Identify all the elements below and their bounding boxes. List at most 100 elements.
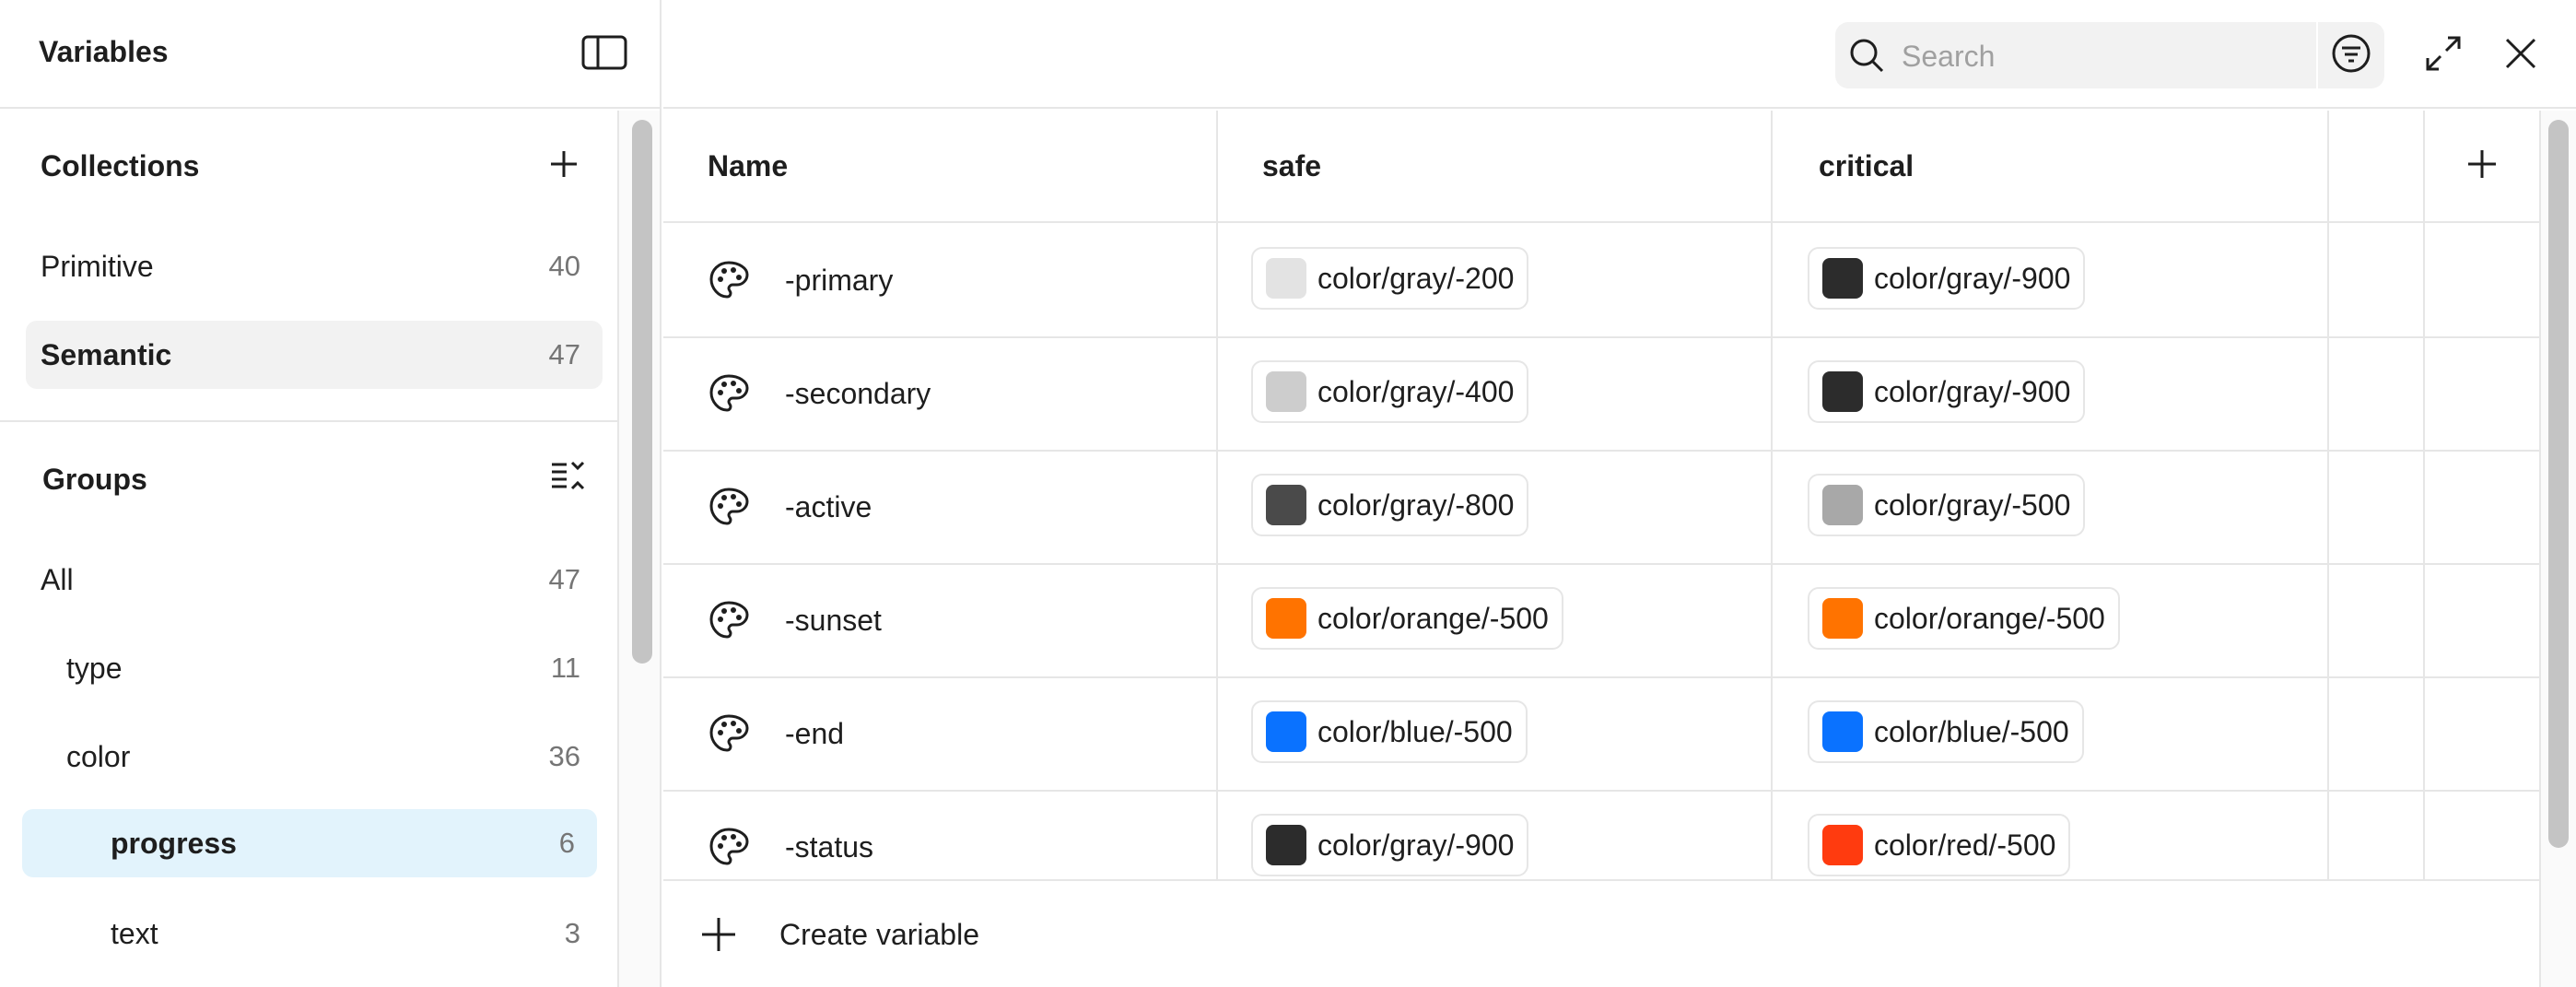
table-scrollbar[interactable] — [2539, 111, 2576, 987]
row-divider — [663, 336, 2539, 338]
color-swatch — [1266, 258, 1306, 299]
color-swatch — [1822, 485, 1863, 525]
group-item-type[interactable]: type 11 — [26, 634, 603, 702]
color-variable-icon — [708, 259, 750, 306]
group-count: 3 — [564, 917, 580, 949]
add-collection-button[interactable] — [542, 144, 586, 188]
group-item-text[interactable]: text 3 — [26, 899, 603, 968]
color-swatch — [1822, 598, 1863, 639]
table-row[interactable] — [663, 565, 2539, 678]
alias-label: color/blue/-500 — [1317, 714, 1513, 748]
variables-sidebar: Variables Collections Primitive 40 Seman… — [0, 0, 662, 987]
row-divider — [663, 790, 2539, 792]
critical-value-chip[interactable]: color/gray/-900 — [1808, 247, 2086, 310]
sidebar-scrollbar[interactable] — [617, 111, 660, 987]
color-variable-icon — [708, 372, 750, 419]
alias-label: color/red/-500 — [1874, 828, 2056, 862]
variable-name[interactable]: -end — [785, 717, 844, 751]
search-placeholder: Search — [1902, 40, 1996, 73]
variable-name[interactable]: -active — [785, 490, 872, 524]
alias-label: color/gray/-900 — [1874, 374, 2071, 408]
safe-value-chip[interactable]: color/gray/-800 — [1251, 474, 1529, 536]
alias-label: color/orange/-500 — [1317, 601, 1549, 635]
group-label: text — [111, 917, 158, 950]
toggle-sidebar-button[interactable] — [577, 31, 632, 77]
table-header — [663, 111, 2539, 223]
color-swatch — [1266, 825, 1306, 865]
safe-value-chip[interactable]: color/gray/-400 — [1251, 360, 1529, 423]
group-count: 11 — [550, 652, 580, 684]
group-count: 47 — [548, 563, 580, 595]
column-header-name: Name — [708, 149, 789, 182]
close-button[interactable] — [2497, 31, 2545, 79]
column-header-critical[interactable]: critical — [1819, 149, 1914, 183]
groups-title: Groups — [42, 463, 147, 496]
safe-value-chip[interactable]: color/gray/-200 — [1251, 247, 1529, 310]
color-variable-icon — [708, 599, 750, 646]
color-swatch — [1266, 371, 1306, 412]
collection-label: Primitive — [41, 250, 154, 283]
table-row[interactable] — [663, 225, 2539, 338]
variable-name[interactable]: -status — [785, 830, 873, 864]
variable-name[interactable]: -secondary — [785, 377, 931, 411]
color-swatch — [1822, 825, 1863, 865]
safe-value-chip[interactable]: color/orange/-500 — [1251, 587, 1563, 650]
group-item-progress[interactable]: progress 6 — [22, 809, 597, 877]
alias-label: color/gray/-400 — [1317, 374, 1515, 408]
critical-value-chip[interactable]: color/orange/-500 — [1808, 587, 2120, 650]
color-swatch — [1266, 485, 1306, 525]
color-swatch — [1822, 711, 1863, 752]
variable-name[interactable]: -sunset — [785, 604, 882, 638]
color-swatch — [1822, 371, 1863, 412]
collection-item-semantic[interactable]: Semantic 47 — [26, 321, 603, 389]
critical-value-chip[interactable]: color/blue/-500 — [1808, 700, 2084, 763]
row-divider — [663, 563, 2539, 565]
collection-item-primitive[interactable]: Primitive 40 — [26, 232, 603, 300]
group-item-all[interactable]: All 47 — [26, 546, 603, 614]
collapse-groups-button[interactable] — [545, 455, 591, 501]
variable-name[interactable]: -primary — [785, 264, 893, 298]
row-divider — [663, 676, 2539, 678]
critical-value-chip[interactable]: color/red/-500 — [1808, 814, 2071, 876]
table-row[interactable] — [663, 452, 2539, 565]
color-swatch — [1822, 258, 1863, 299]
alias-label: color/gray/-200 — [1317, 261, 1515, 295]
color-variable-icon — [708, 712, 750, 759]
group-label: type — [66, 652, 123, 685]
collections-title: Collections — [41, 149, 200, 182]
search-icon — [1848, 37, 1885, 78]
color-swatch — [1266, 598, 1306, 639]
group-count: 6 — [558, 827, 575, 859]
group-label: progress — [111, 827, 237, 860]
list-collapse-icon — [550, 459, 587, 499]
alias-label: color/gray/-800 — [1317, 488, 1515, 522]
add-mode-button[interactable] — [2460, 144, 2504, 188]
sidebar-header: Variables — [0, 0, 660, 109]
table-row[interactable] — [663, 678, 2539, 792]
group-item-color[interactable]: color 36 — [26, 723, 603, 791]
filter-button[interactable] — [2325, 29, 2377, 81]
collection-count: 40 — [548, 250, 580, 282]
alias-label: color/gray/-900 — [1317, 828, 1515, 862]
safe-value-chip[interactable]: color/gray/-900 — [1251, 814, 1529, 876]
column-header-safe[interactable]: safe — [1262, 149, 1321, 183]
expand-button[interactable] — [2419, 31, 2467, 79]
create-variable-button[interactable]: Create variable — [700, 912, 1069, 957]
collection-label: Semantic — [41, 338, 172, 371]
plus-icon — [549, 149, 579, 183]
table-row[interactable] — [663, 338, 2539, 452]
alias-label: color/orange/-500 — [1874, 601, 2105, 635]
alias-label: color/blue/-500 — [1874, 714, 2069, 748]
color-variable-icon — [708, 826, 750, 873]
plus-icon — [700, 916, 741, 953]
color-swatch — [1266, 711, 1306, 752]
sidebar-scrollbar-thumb[interactable] — [632, 120, 652, 664]
group-label: color — [66, 740, 131, 773]
safe-value-chip[interactable]: color/blue/-500 — [1251, 700, 1528, 763]
color-variable-icon — [708, 486, 750, 533]
critical-value-chip[interactable]: color/gray/-500 — [1808, 474, 2086, 536]
close-icon — [2504, 37, 2537, 75]
section-divider — [0, 420, 617, 422]
critical-value-chip[interactable]: color/gray/-900 — [1808, 360, 2086, 423]
table-scrollbar-thumb[interactable] — [2548, 120, 2569, 848]
